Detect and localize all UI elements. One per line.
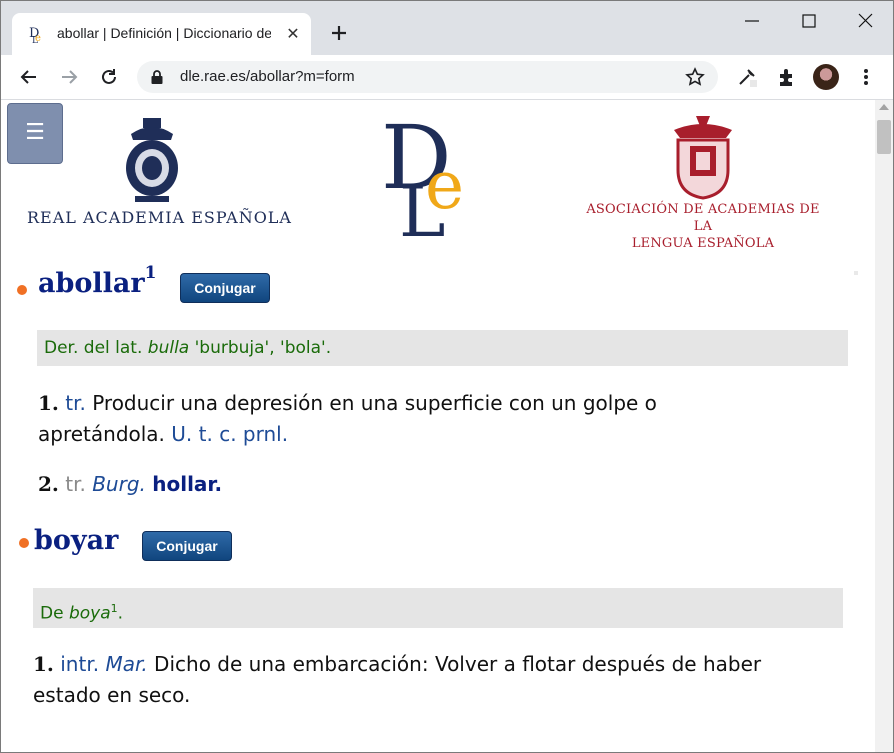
dle-logo[interactable]: D e L: [377, 106, 477, 238]
svg-text:L: L: [399, 171, 445, 238]
definition-text: Producir una depresión en una superficie…: [38, 391, 657, 446]
title-bar: D e L abollar | Definición | Diccionario…: [1, 1, 893, 55]
extensions-puzzle-icon[interactable]: [776, 66, 798, 88]
bookmark-star-icon[interactable]: [685, 67, 705, 87]
entry-bullet: [19, 538, 29, 548]
sense-number: 1.: [38, 391, 59, 415]
sense-1: 1. tr. Producir una depresión en una sup…: [38, 388, 758, 450]
grammar-abbr[interactable]: tr.: [65, 472, 86, 496]
etymology-word[interactable]: boya: [69, 604, 111, 624]
lemma-abollar: abollar1: [38, 263, 156, 299]
menu-button[interactable]: ☰: [7, 103, 63, 164]
etymology-superscript: 1: [110, 602, 118, 615]
sense-end: .: [214, 472, 223, 496]
entry-bullet: [17, 285, 27, 295]
region-abbr[interactable]: Burg.: [92, 472, 146, 496]
address-bar[interactable]: dle.rae.es/abollar?m=form: [137, 61, 718, 93]
tab-title: abollar | Definición | Diccionario de la…: [57, 25, 271, 41]
etymology-box: Der. del lat. bulla 'burbuja', 'bola'.: [37, 330, 848, 366]
rae-crest-icon[interactable]: [121, 118, 183, 204]
asale-line-1: ASOCIACIÓN DE ACADEMIAS DE LA: [586, 202, 820, 234]
asale-line-2: LENGUA ESPAÑOLA: [631, 236, 775, 251]
divider: [854, 271, 858, 275]
forward-icon[interactable]: [58, 66, 80, 88]
browser-tab[interactable]: D e L abollar | Definición | Diccionario…: [12, 13, 311, 55]
tab-close-icon[interactable]: ✕: [283, 24, 303, 44]
rae-name[interactable]: REAL ACADEMIA ESPAÑOLA: [27, 208, 292, 227]
lemma-text: abollar: [38, 268, 145, 299]
browser-toolbar: dle.rae.es/abollar?m=form: [1, 55, 893, 100]
grammar-abbr[interactable]: intr.: [60, 652, 99, 676]
usage-abbr[interactable]: U. t. c. prnl.: [171, 422, 288, 446]
scroll-thumb[interactable]: [877, 120, 891, 154]
profile-avatar[interactable]: [813, 64, 839, 90]
asale-crest-icon[interactable]: [666, 116, 740, 200]
lemma-superscript: 1: [144, 263, 157, 283]
grammar-abbr[interactable]: tr.: [65, 391, 86, 415]
url-text[interactable]: dle.rae.es/abollar?m=form: [180, 68, 355, 85]
link-hollar[interactable]: hollar: [152, 472, 214, 496]
maximize-icon[interactable]: [794, 9, 824, 33]
sense-number: 1.: [33, 652, 54, 676]
new-tab-icon[interactable]: [327, 21, 351, 45]
etymology-prefix: De: [40, 603, 69, 624]
region-abbr[interactable]: Mar.: [105, 652, 147, 676]
reload-icon[interactable]: [98, 66, 120, 88]
sense-number: 2.: [38, 472, 59, 496]
lemma-text: boyar: [34, 525, 119, 556]
etymology-box: De boya1.: [33, 588, 843, 628]
browser-menu-icon[interactable]: [856, 67, 876, 87]
conjugar-button[interactable]: Conjugar: [180, 273, 270, 303]
scroll-up-icon[interactable]: [879, 104, 889, 110]
asale-name[interactable]: ASOCIACIÓN DE ACADEMIAS DE LA LENGUA ESP…: [575, 201, 831, 252]
window-close-icon[interactable]: [850, 9, 880, 33]
minimize-icon[interactable]: [737, 9, 767, 33]
browser-window: D e L abollar | Definición | Diccionario…: [0, 0, 894, 753]
dle-favicon-icon: D e L: [29, 26, 41, 44]
lemma-boyar: boyar: [34, 525, 118, 556]
etymology-word: bulla: [147, 338, 190, 358]
etymology-rest: 'burbuja', 'bola'.: [189, 338, 332, 358]
eyedropper-icon[interactable]: [736, 66, 758, 88]
page-content: ☰ REAL ACADEMIA ESPAÑOLA D e L ASOCIACIÓ…: [1, 100, 875, 752]
svg-text:L: L: [32, 36, 38, 44]
sense-1: 1. intr. Mar. Dicho de una embarcación: …: [33, 649, 833, 711]
page-scrollbar[interactable]: [875, 100, 893, 752]
etymology-prefix: Der. del lat.: [44, 338, 148, 358]
etymology-rest: .: [117, 603, 124, 624]
sense-2: 2. tr. Burg. hollar.: [38, 469, 758, 500]
back-icon[interactable]: [18, 66, 40, 88]
conjugar-button[interactable]: Conjugar: [142, 531, 232, 561]
lock-icon[interactable]: [150, 69, 164, 85]
